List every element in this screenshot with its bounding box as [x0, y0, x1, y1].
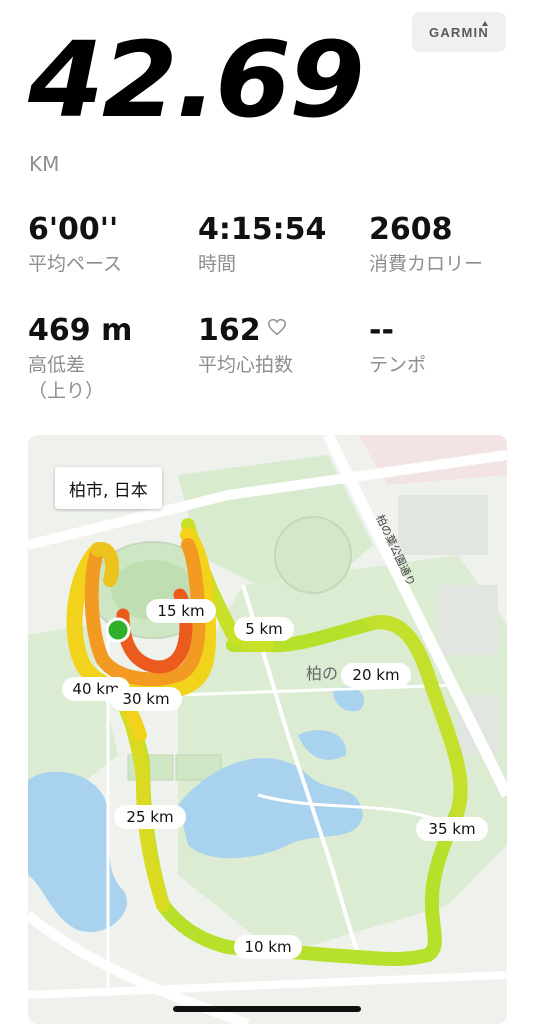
km-marker-label: 20 km [352, 666, 399, 684]
stat-cadence: -- テンポ [369, 316, 426, 379]
stat-value: 6'00'' [28, 212, 119, 247]
km-marker-label: 30 km [122, 690, 169, 708]
route-map[interactable]: 柏の葉公園通り 柏の 5 km 10 km 15 km 20 km 25 km … [28, 435, 507, 1024]
stat-avg-heart-rate: 162 平均心拍数 [198, 316, 293, 379]
stat-label: 平均ペース [28, 253, 123, 275]
baseball-field [274, 516, 352, 594]
km-marker-label: 35 km [428, 820, 475, 838]
distance-unit: KM [29, 152, 60, 176]
stat-label: 平均心拍数 [198, 354, 294, 376]
km-marker-label: 15 km [157, 602, 204, 620]
location-name: 柏市, 日本 [69, 480, 148, 501]
stat-elevation-gain: 469 m 高低差 （上り） [28, 316, 132, 404]
home-indicator[interactable] [173, 1006, 361, 1012]
garmin-triangle-icon [482, 21, 488, 26]
stat-value: 162 [198, 316, 293, 346]
km-marker-20: 20 km [341, 663, 411, 687]
stat-label: テンポ [369, 354, 427, 376]
building [438, 585, 498, 655]
stat-duration: 4:15:54 時間 [198, 215, 326, 278]
km-marker-10: 10 km [234, 935, 302, 959]
stat-value: -- [369, 313, 394, 348]
building [398, 495, 488, 555]
stat-value: 4:15:54 [198, 212, 327, 247]
km-marker-35: 35 km [416, 817, 488, 841]
distance-value: 42.69 [28, 19, 365, 141]
start-marker [105, 617, 131, 643]
location-chip: 柏市, 日本 [55, 467, 162, 509]
stat-label: 消費カロリー [369, 253, 484, 275]
brand-name: GARMIN [429, 24, 489, 40]
heart-rate-number: 162 [198, 313, 261, 348]
stat-calories: 2608 消費カロリー [369, 215, 483, 278]
stat-value: 469 m [28, 313, 133, 348]
km-marker-25: 25 km [114, 805, 186, 829]
stat-label: 時間 [198, 253, 237, 275]
km-marker-30: 30 km [110, 687, 182, 711]
km-marker-15: 15 km [146, 599, 216, 623]
park-label: 柏の [306, 664, 338, 683]
stat-avg-pace: 6'00'' 平均ペース [28, 215, 122, 278]
km-marker-5: 5 km [234, 617, 294, 641]
km-marker-label: 5 km [245, 620, 283, 638]
heart-outline-icon [267, 318, 286, 336]
km-marker-label: 25 km [126, 808, 173, 826]
garmin-logo: GARMIN [412, 12, 506, 52]
km-marker-label: 10 km [244, 938, 291, 956]
map-canvas[interactable]: 柏の葉公園通り 柏の 5 km 10 km 15 km 20 km 25 km … [28, 435, 507, 1024]
stat-value: 2608 [369, 212, 453, 247]
stat-label: 高低差 （上り） [28, 354, 105, 402]
